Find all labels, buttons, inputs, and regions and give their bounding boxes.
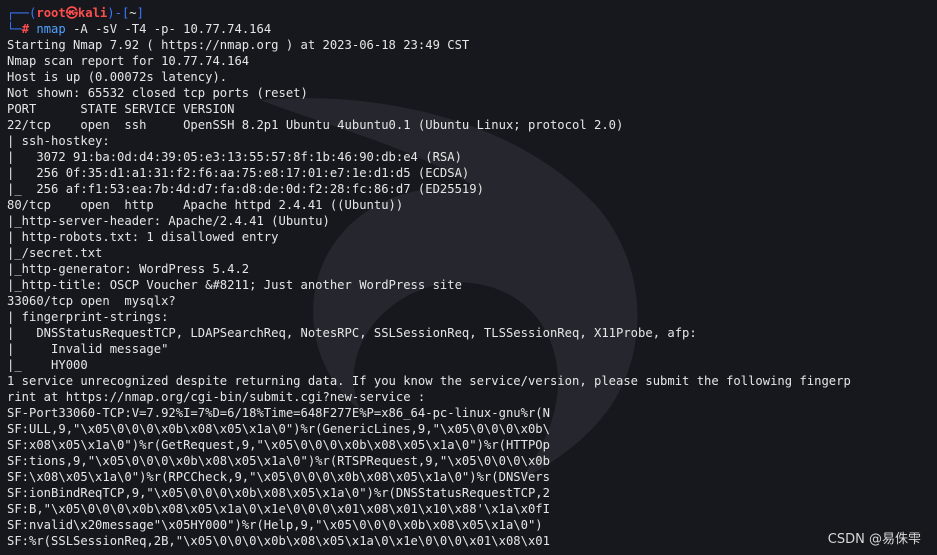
prompt-hash: # (21, 22, 37, 36)
output-line: |_http-server-header: Apache/2.4.41 (Ubu… (7, 214, 330, 228)
output-line: SF:nvalid\x20message"\x05HY000")%r(Help,… (7, 518, 543, 532)
output-line: |_http-generator: WordPress 5.4.2 (7, 262, 250, 276)
output-line: | DNSStatusRequestTCP, LDAPSearchReq, No… (7, 326, 697, 340)
prompt-bottom-left: └─ (7, 22, 22, 36)
output-line: | fingerprint-strings: (7, 310, 169, 324)
output-line: |_/secret.txt (7, 246, 103, 260)
output-line: | Invalid message" (7, 342, 169, 356)
output-line: Nmap scan report for 10.77.74.164 (7, 54, 250, 68)
output-line: PORT STATE SERVICE VERSION (7, 102, 235, 116)
output-line: SF:tions,9,"\x05\0\0\0\x0b\x08\x05\x1a\0… (7, 454, 550, 468)
output-line: SF:ULL,9,"\x05\0\0\0\x0b\x08\x05\x1a\0")… (7, 422, 550, 436)
output-line: SF:\x08\x05\x1a\0")%r(RPCCheck,9,"\x05\0… (7, 470, 550, 484)
output-line: SF-Port33060-TCP:V=7.92%I=7%D=6/18%Time=… (7, 406, 550, 420)
prompt-end: ] (136, 6, 144, 20)
prompt-line-1: ┌──(root㉿kali)-[~] (7, 5, 937, 21)
csdn-watermark: CSDN @易侏雫 (827, 532, 921, 547)
output-line: Starting Nmap 7.92 ( https://nmap.org ) … (7, 38, 470, 52)
prompt-top-left: ┌──( (7, 6, 37, 20)
output-line: 22/tcp open ssh OpenSSH 8.2p1 Ubuntu 4ub… (7, 118, 624, 132)
terminal-output: Starting Nmap 7.92 ( https://nmap.org ) … (7, 37, 937, 549)
output-line: SF:B,"\x05\0\0\0\x0b\x08\x05\x1a\0\x1e\0… (7, 502, 550, 516)
prompt-user: root (36, 6, 66, 20)
output-line: | http-robots.txt: 1 disallowed entry (7, 230, 279, 244)
command-args: -A -sV -T4 -p- 10.77.74.164 (65, 22, 272, 36)
output-line: |_ 256 af:f1:53:ea:7b:4d:d7:fa:d8:de:0d:… (7, 182, 484, 196)
prompt-line-2[interactable]: └─# nmap -A -sV -T4 -p- 10.77.74.164 (7, 21, 937, 37)
terminal-window[interactable]: ┌──(root㉿kali)-[~] └─# nmap -A -sV -T4 -… (7, 5, 937, 555)
prompt-at: ㉿ (65, 6, 78, 20)
output-line: 33060/tcp open mysqlx? (7, 294, 176, 308)
output-line: | 256 0f:35:d1:a1:31:f2:f6:aa:75:e8:17:0… (7, 166, 470, 180)
prompt-dir: ~ (129, 6, 137, 20)
output-line: SF:%r(SSLSessionReq,2B,"\x05\0\0\0\x0b\x… (7, 534, 550, 548)
output-line: 80/tcp open http Apache httpd 2.4.41 ((U… (7, 198, 404, 212)
output-line: |_http-title: OSCP Voucher &#8211; Just … (7, 278, 462, 292)
prompt-host: kali (77, 6, 108, 20)
prompt-close: )-[ (107, 6, 130, 20)
output-line: SF:ionBindReqTCP,9,"\x05\0\0\0\x0b\x08\x… (7, 486, 550, 500)
output-line: | 3072 91:ba:0d:d4:39:05:e3:13:55:57:8f:… (7, 150, 462, 164)
output-line: SF:x08\x05\x1a\0")%r(GetRequest,9,"\x05\… (7, 438, 550, 452)
output-line: 1 service unrecognized despite returning… (7, 374, 851, 388)
command-name: nmap (36, 22, 66, 36)
output-line: | ssh-hostkey: (7, 134, 110, 148)
output-line: Host is up (0.00072s latency). (7, 70, 228, 84)
output-line: |_ HY000 (7, 358, 88, 372)
output-line: Not shown: 65532 closed tcp ports (reset… (7, 86, 308, 100)
output-line: rint at https://nmap.org/cgi-bin/submit.… (7, 390, 426, 404)
